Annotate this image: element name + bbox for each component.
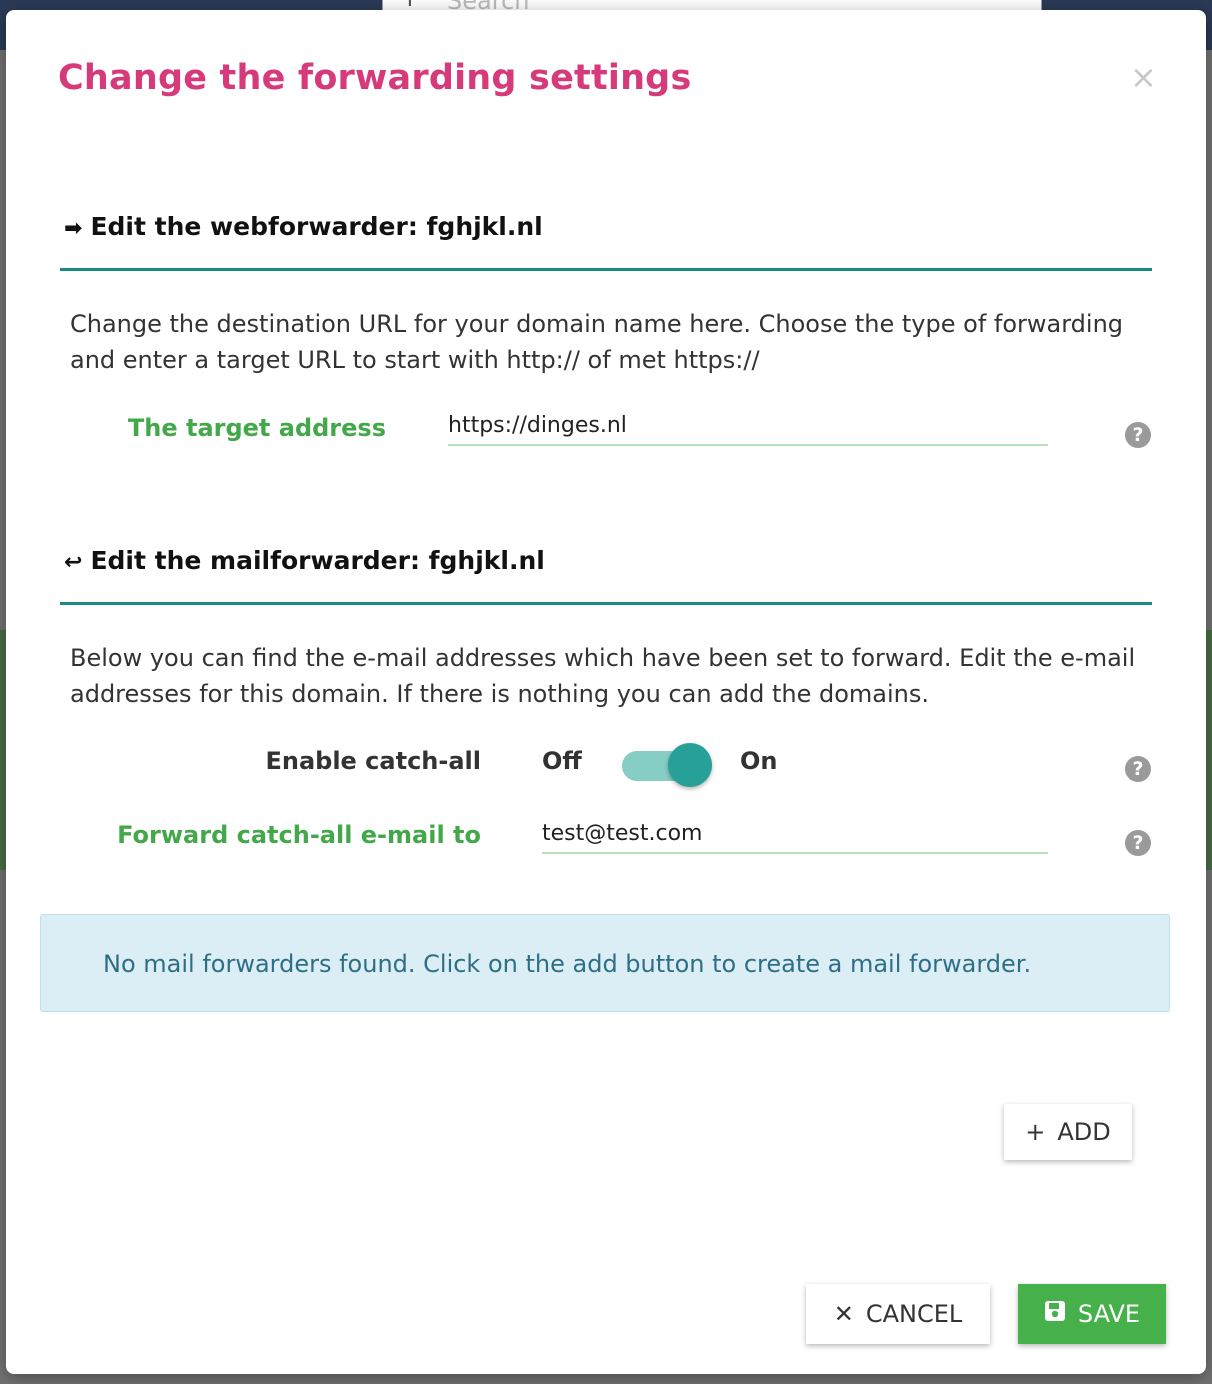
cancel-button[interactable]: ✕ CANCEL xyxy=(806,1284,990,1344)
cancel-button-label: CANCEL xyxy=(865,1300,963,1328)
webforwarder-heading: ➡ Edit the webforwarder: fghjkl.nl xyxy=(64,212,543,241)
mailforwarder-heading-text: Edit the mailforwarder: fghjkl.nl xyxy=(90,546,545,575)
catchall-label: Enable catch-all xyxy=(265,747,481,775)
floppy-disk-icon xyxy=(1044,1300,1066,1328)
target-address-input[interactable] xyxy=(448,406,1048,446)
section-divider xyxy=(60,268,1152,271)
catchall-toggle-knob[interactable] xyxy=(668,743,712,787)
close-icon[interactable]: × xyxy=(1130,58,1157,96)
mailforwarder-heading: ↩ Edit the mailforwarder: fghjkl.nl xyxy=(64,546,545,575)
forward-catchall-label: Forward catch-all e-mail to xyxy=(117,821,481,849)
webforwarder-description: Change the destination URL for your doma… xyxy=(70,310,1124,374)
help-icon[interactable]: ? xyxy=(1125,830,1151,856)
forwarding-settings-modal: Change the forwarding settings × ➡ Edit t… xyxy=(6,10,1206,1374)
arrow-right-icon: ➡ xyxy=(64,216,83,241)
target-address-label: The target address xyxy=(127,414,386,442)
toggle-on-label: On xyxy=(740,747,778,775)
help-icon[interactable]: ? xyxy=(1125,756,1151,782)
section-divider xyxy=(60,602,1152,605)
help-icon[interactable]: ? xyxy=(1125,422,1151,448)
forward-catchall-input[interactable] xyxy=(542,814,1048,854)
add-button-label: ADD xyxy=(1057,1118,1111,1146)
save-button-label: SAVE xyxy=(1077,1300,1141,1328)
add-button[interactable]: + ADD xyxy=(1004,1104,1132,1160)
webforwarder-heading-text: Edit the webforwarder: fghjkl.nl xyxy=(90,212,543,241)
toggle-off-label: Off xyxy=(542,747,582,775)
mailforwarder-description: Below you can find the e-mail addresses … xyxy=(70,644,1136,708)
close-icon: ✕ xyxy=(833,1300,854,1328)
reply-icon: ↩ xyxy=(64,550,83,575)
save-button[interactable]: SAVE xyxy=(1018,1284,1166,1344)
modal-title: Change the forwarding settings xyxy=(58,58,692,98)
no-mailforwarders-notice: No mail forwarders found. Click on the a… xyxy=(40,914,1170,1012)
plus-icon: + xyxy=(1025,1118,1046,1146)
